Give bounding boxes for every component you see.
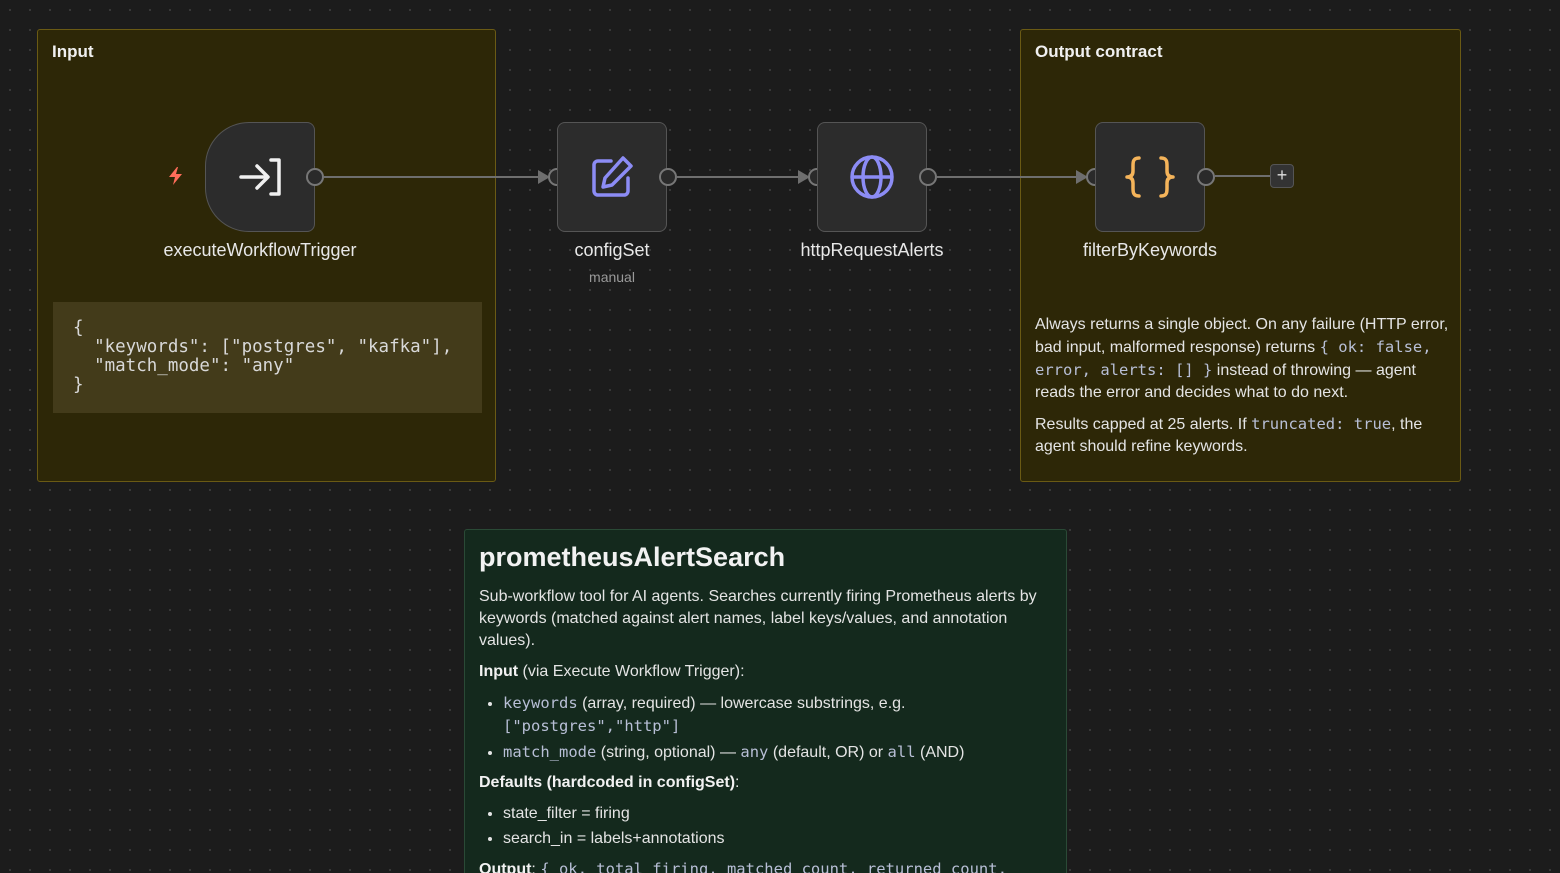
node-label-filter: filterByKeywords xyxy=(1082,240,1218,260)
output-heading-bold: Output xyxy=(479,861,532,873)
node-filter-by-keywords[interactable] xyxy=(1095,122,1205,232)
node-label-config: configSet xyxy=(574,240,650,260)
output-port-config[interactable] xyxy=(659,168,677,186)
globe-icon xyxy=(850,155,894,199)
list-item: keywords (array, required) — lowercase s… xyxy=(503,692,1051,738)
contract-text-part: Results capped at 25 alerts. If xyxy=(1035,416,1252,433)
list-item: state_filter = firing xyxy=(503,803,1051,825)
defaults-list: state_filter = firing search_in = labels… xyxy=(503,803,1051,850)
param-example: ["postgres","http"] xyxy=(503,717,681,735)
output-contract-paragraph-1: Always returns a single object. On any f… xyxy=(1035,314,1450,404)
code-braces-icon xyxy=(1125,156,1175,198)
output-heading: Output: { ok, total_firing, matched_coun… xyxy=(479,858,1051,873)
input-note-title: Input xyxy=(52,42,94,61)
description-content: prometheusAlertSearch Sub-workflow tool … xyxy=(479,542,1051,873)
node-sublabel-config: manual xyxy=(589,269,635,285)
input-heading: Input (via Execute Workflow Trigger): xyxy=(479,661,1051,683)
input-example-code: { "keywords": ["postgres", "kafka"], "ma… xyxy=(53,302,482,413)
output-heading-rest: : xyxy=(531,861,541,873)
param-desc: (array, required) — lowercase substrings… xyxy=(577,695,906,712)
node-label-http: httpRequestAlerts xyxy=(800,240,944,260)
edit-pencil-icon xyxy=(592,156,633,197)
param-desc: (default, OR) or xyxy=(768,744,888,761)
node-execute-workflow-trigger[interactable] xyxy=(205,122,315,232)
description-sticky-note[interactable]: prometheusAlertSearch Sub-workflow tool … xyxy=(464,529,1067,873)
add-node-button[interactable]: + xyxy=(1270,164,1294,188)
param-name: keywords xyxy=(503,694,578,712)
node-http-request-alerts[interactable] xyxy=(817,122,927,232)
output-note-title: Output contract xyxy=(1035,42,1163,61)
output-contract-text: Always returns a single object. On any f… xyxy=(1035,314,1450,467)
list-item: match_mode (string, optional) — any (def… xyxy=(503,741,1051,764)
node-config-set[interactable] xyxy=(557,122,667,232)
output-port-trigger[interactable] xyxy=(306,168,324,186)
param-value: any xyxy=(740,743,769,761)
defaults-heading: Defaults (hardcoded in configSet): xyxy=(479,772,1051,794)
list-item: search_in = labels+annotations xyxy=(503,828,1051,850)
trigger-bolt-icon xyxy=(169,167,182,185)
contract-code-truncated: truncated: true xyxy=(1251,415,1392,433)
param-desc: (AND) xyxy=(915,744,965,761)
input-heading-rest: (via Execute Workflow Trigger): xyxy=(518,663,745,680)
sign-in-icon xyxy=(239,158,281,196)
output-contract-paragraph-2: Results capped at 25 alerts. If truncate… xyxy=(1035,413,1450,458)
defaults-heading-bold: Defaults (hardcoded in configSet) xyxy=(479,774,736,791)
output-port-http[interactable] xyxy=(919,168,937,186)
node-label-trigger: executeWorkflowTrigger xyxy=(163,240,357,260)
input-heading-bold: Input xyxy=(479,663,519,680)
defaults-heading-rest: : xyxy=(735,774,740,791)
output-port-filter[interactable] xyxy=(1197,168,1215,186)
output-code: { ok, total_firing, matched_count, retur… xyxy=(540,860,1007,873)
workflow-canvas[interactable]: Input { "keywords": ["postgres", "kafka"… xyxy=(0,0,1560,873)
description-intro: Sub-workflow tool for AI agents. Searche… xyxy=(479,588,1037,649)
param-desc: (string, optional) — xyxy=(596,744,741,761)
param-name: match_mode xyxy=(503,743,597,761)
workflow-title: prometheusAlertSearch xyxy=(479,542,786,572)
input-params-list: keywords (array, required) — lowercase s… xyxy=(503,692,1051,764)
param-value: all xyxy=(887,743,916,761)
